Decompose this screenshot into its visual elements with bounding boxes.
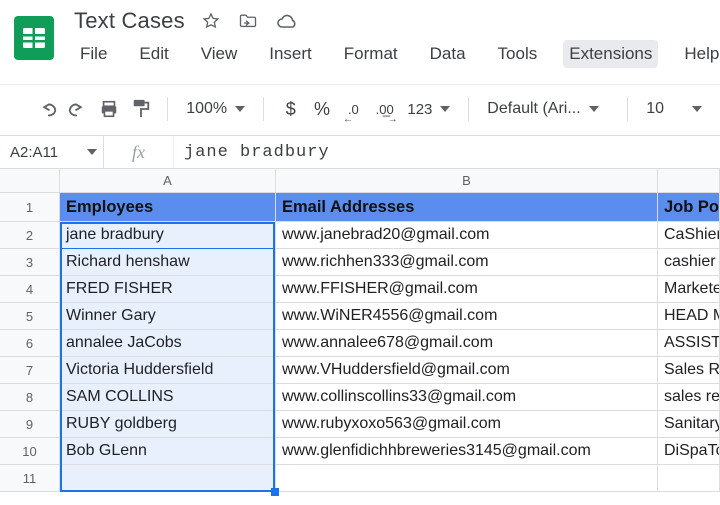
cell[interactable]: RUBY goldberg <box>60 411 276 438</box>
chevron-down-icon <box>440 106 450 112</box>
cell[interactable]: ASSISTAN <box>658 330 720 357</box>
header-email[interactable]: Email Addresses <box>276 193 658 222</box>
menu-help[interactable]: Help <box>678 40 720 68</box>
cell[interactable]: www.VHuddersfield@gmail.com <box>276 357 658 384</box>
menu-view[interactable]: View <box>195 40 244 68</box>
row-header[interactable]: 3 <box>0 249 59 276</box>
cloud-status-icon[interactable] <box>275 12 299 30</box>
row-header[interactable]: 10 <box>0 438 59 465</box>
cell[interactable]: www.WiNER4556@gmail.com <box>276 303 658 330</box>
cell[interactable]: www.janebrad20@gmail.com <box>276 222 658 249</box>
number-format-dropdown[interactable]: 123 <box>403 101 454 118</box>
percent-format-button[interactable]: % <box>309 95 334 123</box>
cell[interactable]: SAM COLLINS <box>60 384 276 411</box>
cell[interactable]: Winner Gary <box>60 303 276 330</box>
menu-insert[interactable]: Insert <box>263 40 318 68</box>
cell[interactable]: Sanitary M <box>658 411 720 438</box>
column-header-A[interactable]: A <box>60 169 276 192</box>
menu-extensions[interactable]: Extensions <box>563 40 658 68</box>
header-employees[interactable]: Employees <box>60 193 276 222</box>
row-header[interactable]: 7 <box>0 357 59 384</box>
currency-format-button[interactable]: $ <box>278 95 303 123</box>
toolbar: 100% $ % .0← .0̲0→ 123 Default (Ari... 1… <box>0 85 720 135</box>
row-header[interactable]: 2 <box>0 222 59 249</box>
fx-icon: fx <box>104 136 174 168</box>
menu-format[interactable]: Format <box>338 40 404 68</box>
font-family-dropdown[interactable]: Default (Ari... <box>483 100 613 118</box>
cell[interactable]: Sales REP <box>658 357 720 384</box>
row-header[interactable]: 6 <box>0 330 59 357</box>
cell[interactable]: HEAD Mar <box>658 303 720 330</box>
font-family-label: Default (Ari... <box>487 100 580 118</box>
zoom-dropdown[interactable]: 100% <box>182 100 249 118</box>
chevron-down-icon <box>235 106 245 112</box>
undo-button[interactable] <box>34 95 59 123</box>
cell[interactable]: CaShier <box>658 222 720 249</box>
menu-bar: File Edit View Insert Format Data Tools … <box>74 34 720 68</box>
menu-edit[interactable]: Edit <box>133 40 174 68</box>
name-box[interactable]: A2:A11 <box>0 136 104 168</box>
row-header[interactable]: 9 <box>0 411 59 438</box>
cell[interactable]: Marketer <box>658 276 720 303</box>
cell[interactable] <box>658 465 720 492</box>
decrease-decimal-button[interactable]: .0← <box>341 95 366 123</box>
cell[interactable]: cashier <box>658 249 720 276</box>
zoom-value: 100% <box>186 100 227 118</box>
menu-data[interactable]: Data <box>424 40 472 68</box>
paint-format-button[interactable] <box>128 95 153 123</box>
cell[interactable]: www.FFISHER@gmail.com <box>276 276 658 303</box>
cell[interactable]: sales repre <box>658 384 720 411</box>
row-header[interactable]: 1 <box>0 193 59 222</box>
chevron-down-icon <box>692 106 702 112</box>
cell[interactable]: FRED FISHER <box>60 276 276 303</box>
menu-tools[interactable]: Tools <box>492 40 544 68</box>
cell[interactable]: jane bradbury <box>60 222 276 249</box>
row-header[interactable]: 5 <box>0 303 59 330</box>
cell[interactable]: Victoria Huddersfield <box>60 357 276 384</box>
cell[interactable]: Bob GLenn <box>60 438 276 465</box>
cell[interactable] <box>60 465 276 492</box>
cell[interactable]: www.richhen333@gmail.com <box>276 249 658 276</box>
star-icon[interactable] <box>201 11 221 31</box>
header-job[interactable]: Job Positi <box>658 193 720 222</box>
cell[interactable]: Richard henshaw <box>60 249 276 276</box>
cell[interactable]: www.collinscollins33@gmail.com <box>276 384 658 411</box>
cell[interactable] <box>276 465 658 492</box>
font-size-dropdown[interactable]: 10 <box>642 100 706 118</box>
cell[interactable]: www.annalee678@gmail.com <box>276 330 658 357</box>
cell[interactable]: www.rubyxoxo563@gmail.com <box>276 411 658 438</box>
move-folder-icon[interactable] <box>237 11 259 31</box>
row-header[interactable]: 8 <box>0 384 59 411</box>
menu-file[interactable]: File <box>74 40 113 68</box>
cell[interactable]: www.glenfidichhbreweries3145@gmail.com <box>276 438 658 465</box>
select-all-corner[interactable] <box>0 169 60 193</box>
print-button[interactable] <box>97 95 122 123</box>
formula-bar[interactable]: jane bradbury <box>174 143 720 162</box>
font-size-value: 10 <box>646 100 664 118</box>
name-box-value: A2:A11 <box>10 144 58 161</box>
row-header[interactable]: 4 <box>0 276 59 303</box>
column-header-B[interactable]: B <box>276 169 658 192</box>
redo-button[interactable] <box>65 95 90 123</box>
sheets-logo[interactable] <box>14 12 54 64</box>
cell[interactable]: annalee JaCobs <box>60 330 276 357</box>
chevron-down-icon <box>589 106 599 112</box>
cell[interactable]: DiSpaTch <box>658 438 720 465</box>
increase-decimal-button[interactable]: .0̲0→ <box>372 95 397 123</box>
row-header[interactable]: 11 <box>0 465 59 492</box>
number-format-label: 123 <box>407 101 432 118</box>
document-title[interactable]: Text Cases <box>74 8 185 34</box>
column-header-C[interactable] <box>658 169 720 192</box>
chevron-down-icon <box>87 149 97 155</box>
